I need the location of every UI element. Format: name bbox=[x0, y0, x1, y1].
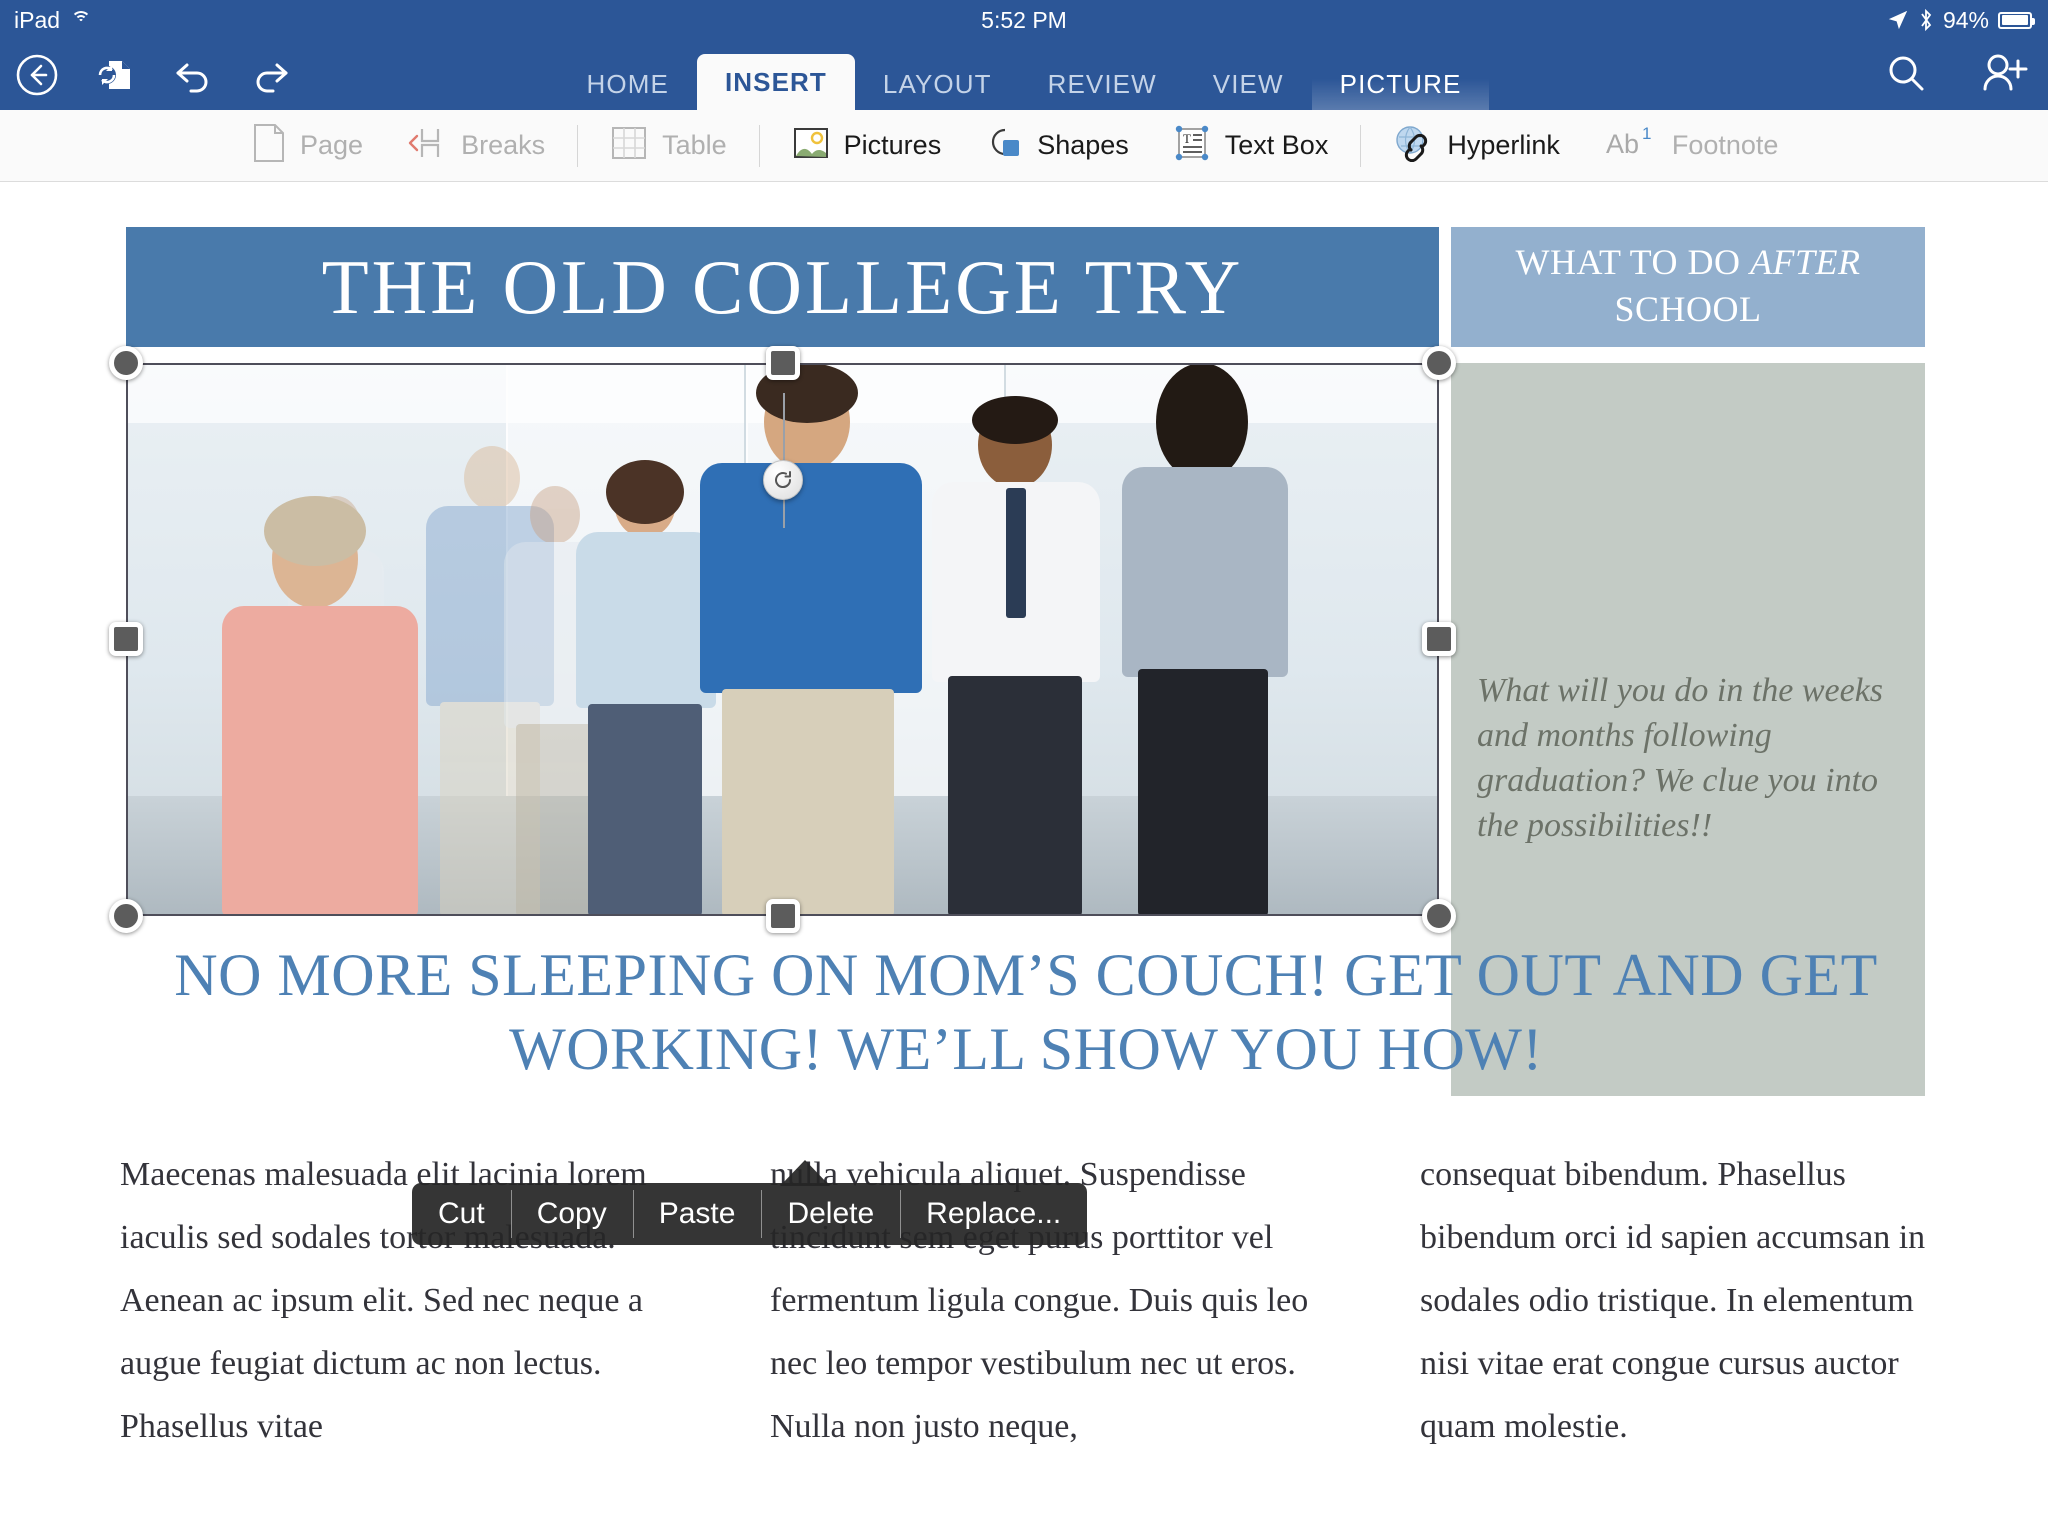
resize-handle-bottom-center[interactable] bbox=[766, 899, 800, 933]
pictures-icon bbox=[792, 124, 830, 167]
resize-handle-top-center[interactable] bbox=[766, 346, 800, 380]
body-paragraph: consequat bibendum. Phasellus bibendum o… bbox=[1420, 1156, 1926, 1445]
footnote-icon: Ab 1 bbox=[1604, 123, 1658, 168]
sidebar-heading-pre: WHAT TO DO bbox=[1515, 242, 1751, 282]
ribbon-tabs: HOME INSERT LAYOUT REVIEW VIEW PICTURE bbox=[0, 40, 2048, 110]
context-menu-item-paste[interactable]: Paste bbox=[632, 1183, 762, 1245]
tab-insert[interactable]: INSERT bbox=[696, 54, 855, 110]
status-bar-right: 94% bbox=[1887, 6, 2035, 34]
resize-handle-middle-left[interactable] bbox=[109, 622, 143, 656]
location-arrow-icon bbox=[1888, 10, 1908, 30]
masthead-title: THE OLD COLLEGE TRY bbox=[321, 244, 1244, 330]
toolbar-divider bbox=[1360, 124, 1362, 167]
tab-review[interactable]: REVIEW bbox=[1020, 58, 1185, 110]
resize-handle-bottom-left[interactable] bbox=[109, 899, 143, 933]
context-menu: Cut Copy Paste Delete Replace... bbox=[412, 1183, 1088, 1245]
headline-text[interactable]: NO MORE SLEEPING ON MOM’S COUCH! GET OUT… bbox=[126, 938, 1926, 1086]
sidebar-body-text: What will you do in the weeks and months… bbox=[1477, 672, 1884, 844]
add-person-icon[interactable] bbox=[1980, 51, 2028, 100]
svg-text:Ab: Ab bbox=[1606, 129, 1639, 159]
context-menu-item-delete[interactable]: Delete bbox=[761, 1183, 900, 1245]
insert-toolbar: Page Breaks Table Pictures Shapes T Text… bbox=[0, 110, 2048, 182]
toolbar-page-label: Page bbox=[300, 130, 364, 160]
hyperlink-icon bbox=[1393, 124, 1433, 167]
battery-percent: 94% bbox=[1942, 6, 1989, 33]
table-icon bbox=[610, 124, 648, 167]
context-menu-item-copy[interactable]: Copy bbox=[510, 1183, 633, 1245]
toolbar-hyperlink-button[interactable]: Hyperlink bbox=[1371, 110, 1582, 182]
body-column-3[interactable]: consequat bibendum. Phasellus bibendum o… bbox=[1420, 1143, 1970, 1536]
page-icon bbox=[252, 123, 286, 168]
search-icon[interactable] bbox=[1884, 51, 1928, 100]
context-menu-item-replace[interactable]: Replace... bbox=[900, 1183, 1087, 1245]
status-bar-time: 5:52 PM bbox=[981, 6, 1067, 33]
toolbar-hyperlink-label: Hyperlink bbox=[1447, 130, 1560, 160]
toolbar-footnote-button[interactable]: Ab 1 Footnote bbox=[1582, 110, 1801, 182]
sidebar-heading-post: SCHOOL bbox=[1614, 289, 1762, 329]
svg-text:1: 1 bbox=[1642, 124, 1651, 143]
tab-layout[interactable]: LAYOUT bbox=[855, 58, 1020, 110]
toolbar-page-button[interactable]: Page bbox=[230, 110, 385, 182]
toolbar-divider bbox=[758, 124, 760, 167]
ribbon-right-icons bbox=[1884, 40, 2028, 110]
toolbar-shapes-label: Shapes bbox=[1037, 130, 1129, 160]
toolbar-breaks-label: Breaks bbox=[461, 130, 546, 160]
resize-handle-middle-right[interactable] bbox=[1422, 622, 1456, 656]
bluetooth-icon bbox=[1921, 8, 1932, 32]
battery-icon bbox=[1998, 11, 2035, 29]
toolbar-pictures-button[interactable]: Pictures bbox=[770, 110, 964, 182]
context-menu-item-cut[interactable]: Cut bbox=[412, 1183, 511, 1245]
ios-status-bar: iPad 5:52 PM 94% bbox=[0, 0, 2048, 40]
toolbar-table-label: Table bbox=[662, 130, 727, 160]
sidebar-heading-emphasis: AFTER bbox=[1750, 242, 1861, 282]
context-menu-arrow bbox=[780, 1160, 830, 1186]
shapes-icon bbox=[985, 124, 1023, 167]
tab-home[interactable]: HOME bbox=[559, 58, 697, 110]
document-canvas[interactable]: THE OLD COLLEGE TRY WHAT TO DO AFTER SCH… bbox=[0, 183, 2048, 1536]
rotate-icon[interactable] bbox=[763, 460, 803, 500]
resize-handle-bottom-right[interactable] bbox=[1422, 899, 1456, 933]
toolbar-textbox-button[interactable]: T Text Box bbox=[1151, 110, 1351, 182]
svg-text:T: T bbox=[1183, 131, 1191, 146]
masthead-banner[interactable]: THE OLD COLLEGE TRY bbox=[126, 227, 1439, 347]
toolbar-table-button[interactable]: Table bbox=[588, 110, 749, 182]
resize-handle-top-left[interactable] bbox=[109, 346, 143, 380]
toolbar-textbox-label: Text Box bbox=[1224, 130, 1329, 160]
toolbar-footnote-label: Footnote bbox=[1671, 130, 1779, 160]
toolbar-divider bbox=[577, 124, 579, 167]
tab-view[interactable]: VIEW bbox=[1185, 58, 1312, 110]
toolbar-shapes-button[interactable]: Shapes bbox=[963, 110, 1151, 182]
toolbar-pictures-label: Pictures bbox=[843, 130, 942, 160]
ribbon-bar: HOME INSERT LAYOUT REVIEW VIEW PICTURE bbox=[0, 40, 2048, 110]
tab-picture[interactable]: PICTURE bbox=[1311, 58, 1490, 110]
breaks-icon bbox=[407, 123, 447, 168]
text-box-icon: T bbox=[1173, 124, 1211, 167]
sidebar-heading[interactable]: WHAT TO DO AFTER SCHOOL bbox=[1451, 227, 1925, 347]
toolbar-breaks-button[interactable]: Breaks bbox=[385, 110, 567, 182]
resize-handle-top-right[interactable] bbox=[1422, 346, 1456, 380]
